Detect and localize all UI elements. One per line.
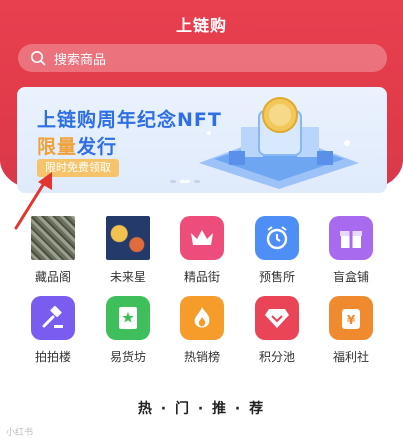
collection-thumbnail — [31, 216, 75, 260]
grid-item-boutique[interactable]: 精品街 — [162, 216, 242, 285]
search-bar[interactable]: 搜索商品 — [18, 44, 387, 72]
yen-bag-icon: ¥ — [329, 296, 373, 340]
pagination-dot — [170, 180, 176, 183]
hot-recommend-title: 热 · 门 · 推 · 荐 — [137, 401, 266, 417]
grid-item-welfare[interactable]: ¥ 福利社 — [311, 296, 391, 365]
grid-item-future-star[interactable]: 未来星 — [88, 216, 168, 285]
future-star-thumbnail — [106, 216, 150, 260]
gem-icon — [255, 296, 299, 340]
banner-subheadline: 限量发行 — [37, 132, 117, 159]
watermark-logo: 小红书 — [6, 428, 34, 438]
grid-item-label: 积分池 — [258, 350, 295, 364]
pagination-dot — [194, 180, 200, 183]
grid-item-points-pool[interactable]: 积分池 — [237, 296, 317, 365]
grid-item-label: 福利社 — [332, 350, 369, 364]
alarm-clock-icon — [255, 216, 299, 260]
banner-pagination — [170, 180, 200, 183]
search-input[interactable]: 搜索商品 — [54, 49, 106, 68]
grid-item-label: 易货坊 — [109, 350, 146, 364]
grid-item-label: 藏品阁 — [34, 270, 71, 284]
grid-item-barter[interactable]: 易货坊 — [88, 296, 168, 365]
grid-item-presale[interactable]: 预售所 — [237, 216, 317, 285]
grid-item-auction[interactable]: 拍拍楼 — [13, 296, 93, 365]
gavel-icon — [31, 296, 75, 340]
gift-box-icon — [329, 216, 373, 260]
grid-item-blindbox[interactable]: 盲盒铺 — [311, 216, 391, 285]
grid-item-bestseller[interactable]: 热销榜 — [162, 296, 242, 365]
crown-icon — [180, 216, 224, 260]
grid-item-label: 盲盒铺 — [332, 270, 369, 284]
grid-item-label: 预售所 — [258, 270, 295, 284]
page-title: 上链购 — [175, 16, 227, 35]
svg-text:¥: ¥ — [347, 313, 356, 327]
grid-item-label: 拍拍楼 — [34, 350, 71, 364]
pagination-dot-active — [180, 180, 190, 183]
grid-item-label: 精品街 — [183, 270, 220, 284]
tag-star-icon — [106, 296, 150, 340]
grid-item-label: 热销榜 — [183, 350, 220, 364]
nft-coin-illustration — [199, 97, 359, 189]
grid-item-collection[interactable]: 藏品阁 — [13, 216, 93, 285]
banner-subheadline-rest: 发行 — [77, 136, 118, 158]
search-icon — [31, 51, 46, 66]
promo-banner[interactable]: 上链购周年纪念NFT 限量发行 限时免费领取 — [17, 87, 387, 193]
banner-highlight: 限量 — [37, 136, 78, 158]
grid-item-label: 未来星 — [109, 270, 146, 284]
flame-icon — [180, 296, 224, 340]
